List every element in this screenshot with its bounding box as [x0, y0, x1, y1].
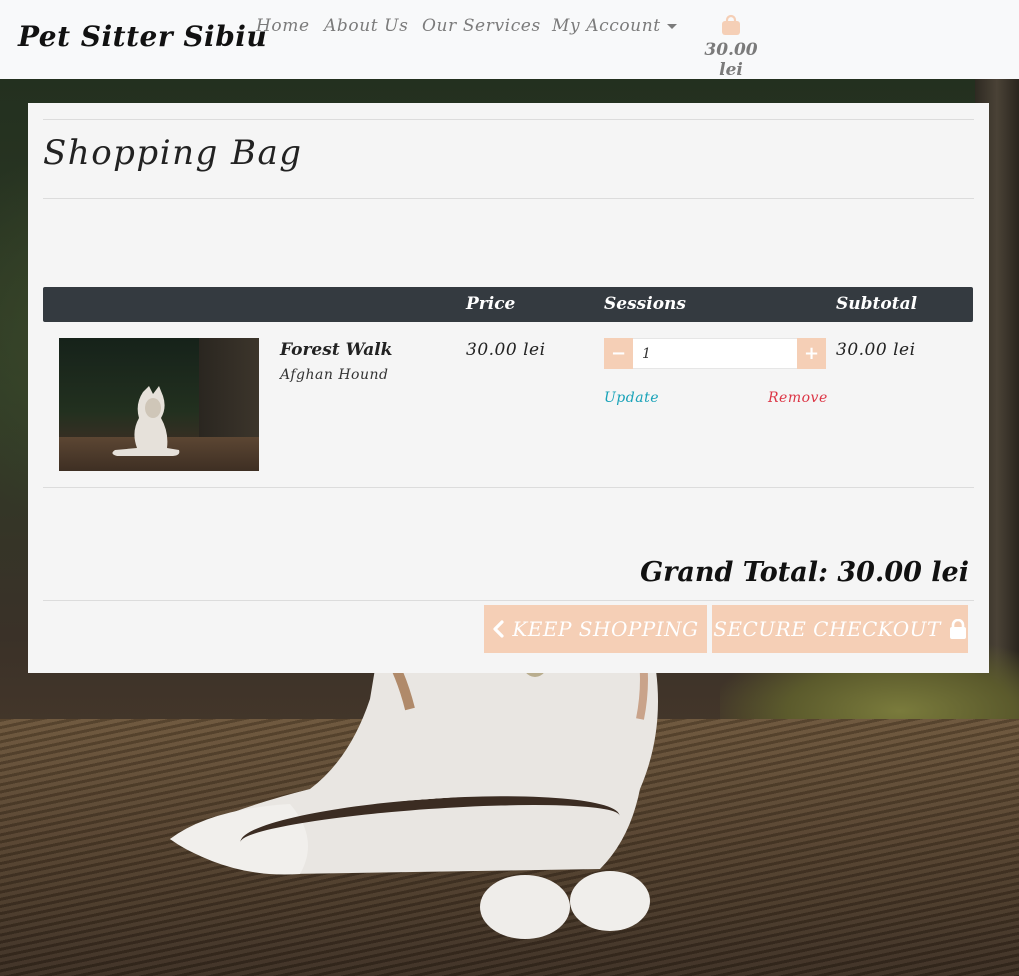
- header-sessions: Sessions: [604, 294, 686, 314]
- divider: [43, 487, 974, 488]
- quantity-input[interactable]: [634, 339, 798, 368]
- product-price: 30.00 lei: [466, 340, 546, 360]
- product-breed: Afghan Hound: [280, 367, 389, 383]
- nav-about[interactable]: About Us: [324, 16, 408, 36]
- bag-total: 30.00 lei: [704, 40, 758, 80]
- keep-shopping-label: Keep Shopping: [512, 617, 699, 641]
- increment-button[interactable]: +: [797, 338, 826, 369]
- product-name: Forest Walk: [280, 340, 393, 360]
- nav-account-dropdown[interactable]: My Account: [552, 16, 677, 36]
- remove-link[interactable]: Remove: [768, 390, 828, 406]
- secure-checkout-label: Secure Checkout: [713, 617, 941, 641]
- secure-checkout-button[interactable]: Secure Checkout: [712, 605, 968, 653]
- update-link[interactable]: Update: [604, 390, 659, 406]
- brand-logo[interactable]: Pet Sitter Sibiu: [18, 20, 267, 53]
- shopping-bag-link[interactable]: 30.00 lei: [690, 14, 772, 80]
- divider: [43, 119, 974, 120]
- shopping-bag-card: Shopping Bag Price Sessions Subtotal For…: [28, 103, 989, 673]
- quantity-stepper: − +: [604, 338, 826, 369]
- page-title: Shopping Bag: [43, 133, 303, 173]
- chevron-left-icon: [493, 620, 504, 638]
- divider: [43, 198, 974, 199]
- header-subtotal: Subtotal: [836, 294, 918, 314]
- table-header: Price Sessions Subtotal: [43, 287, 973, 322]
- nav-home[interactable]: Home: [256, 16, 310, 36]
- divider: [43, 600, 974, 601]
- keep-shopping-button[interactable]: Keep Shopping: [484, 605, 707, 653]
- product-image: [59, 338, 259, 471]
- header-price: Price: [466, 294, 516, 314]
- decrement-button[interactable]: −: [604, 338, 633, 369]
- shopping-bag-icon: [722, 14, 740, 35]
- grand-total: Grand Total: 30.00 lei: [640, 557, 969, 588]
- chevron-down-icon: [666, 24, 677, 29]
- nav-account-label: My Account: [552, 16, 661, 36]
- thumb-dog: [112, 386, 180, 456]
- nav-services[interactable]: Our Services: [422, 16, 541, 36]
- product-subtotal: 30.00 lei: [836, 340, 916, 360]
- navbar: Pet Sitter Sibiu Home About Us Our Servi…: [0, 0, 1019, 80]
- lock-icon: [949, 619, 966, 639]
